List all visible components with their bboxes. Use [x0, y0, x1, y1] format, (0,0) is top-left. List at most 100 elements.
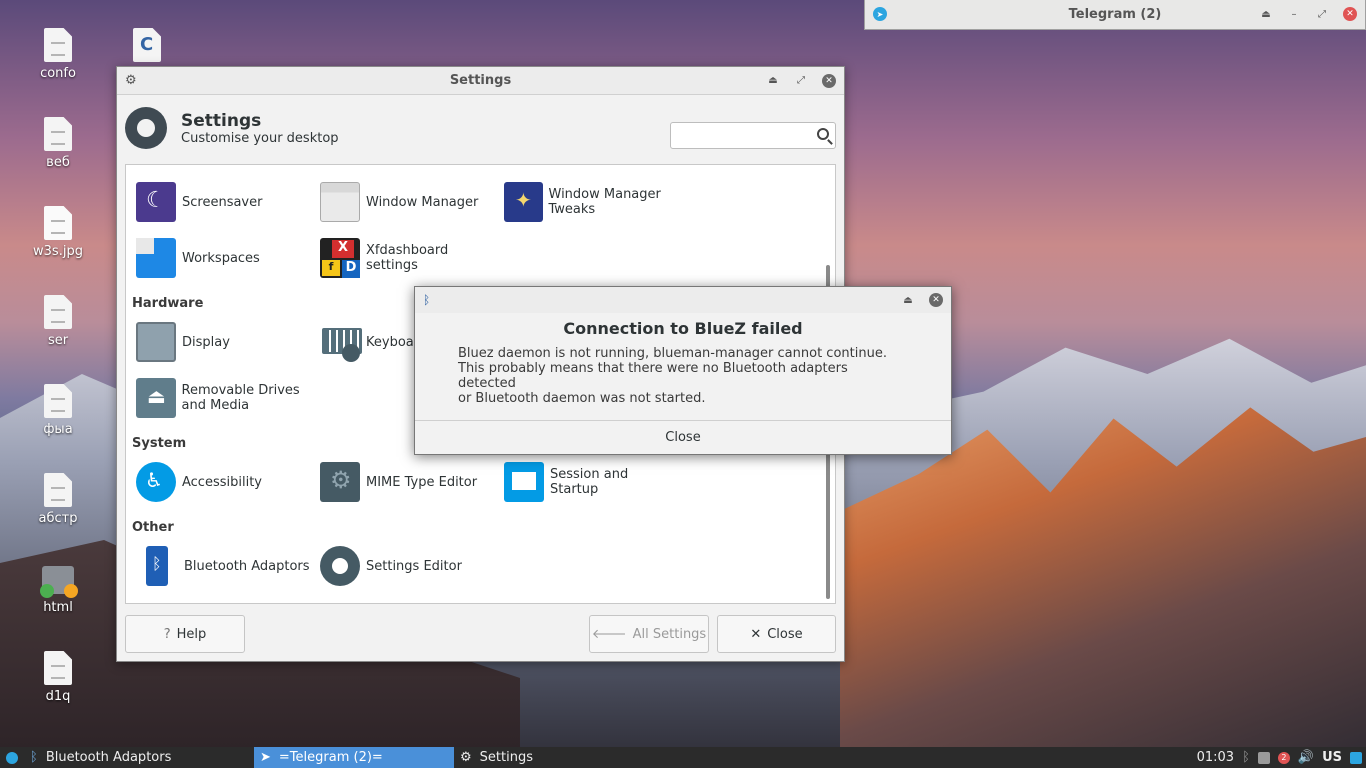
desktop-icon-ser[interactable]: ser [18, 295, 98, 348]
display-icon [136, 322, 176, 362]
desktop-icon-label: confo [40, 66, 76, 81]
close-button[interactable]: ✕ Close [717, 615, 836, 653]
close-label: Close [767, 626, 803, 642]
item-label: Display [182, 334, 230, 350]
gear-icon: ⚙ [460, 750, 472, 765]
eject-icon[interactable]: ⏏ [1259, 7, 1273, 21]
settings-gear-icon: ⚙ [125, 73, 137, 88]
desktop-icon-label: абстр [38, 511, 78, 526]
bluetooth-tray-icon[interactable]: ᛒ [1242, 750, 1250, 765]
taskbar: ᛒ Bluetooth Adaptors ➤ =Telegram (2)= ⚙ … [0, 747, 1366, 768]
item-keyboard[interactable]: Keyboa [320, 320, 414, 364]
all-settings-button[interactable]: 🡐 All Settings [589, 615, 709, 653]
eject-icon[interactable]: ⏏ [901, 293, 915, 307]
accessibility-icon [136, 462, 176, 502]
desktop-icon-html[interactable]: html [18, 562, 98, 615]
item-label: Screensaver [182, 194, 263, 210]
telegram-icon: ➤ [260, 750, 271, 765]
search-field[interactable] [670, 122, 836, 149]
screensaver-icon [136, 182, 176, 222]
item-label: Bluetooth Adaptors [184, 558, 310, 574]
dialog-close-button[interactable]: Close [415, 420, 951, 454]
keyboard-icon [320, 322, 362, 362]
item-window-manager[interactable]: Window Manager [320, 180, 478, 224]
maximize-icon[interactable]: ⤢ [794, 74, 808, 88]
clock[interactable]: 01:03 [1197, 750, 1234, 765]
c-source-file-icon: C [133, 28, 161, 62]
settings-window-title: Settings [449, 73, 512, 88]
close-icon[interactable]: ✕ [1343, 7, 1357, 21]
text-file-icon [44, 473, 72, 507]
desktop-icon-c-file[interactable]: C [107, 28, 187, 66]
dialog-message: Bluez daemon is not running, blueman-man… [458, 346, 887, 406]
volume-icon[interactable]: 🔊 [1298, 750, 1314, 765]
page-title: Settings [181, 110, 262, 131]
item-label: Window Manager Tweaks [548, 187, 661, 217]
search-icon[interactable] [817, 128, 829, 140]
desktop-icon-fya[interactable]: фыа [18, 384, 98, 437]
desktop-icon-label: фыа [43, 422, 73, 437]
close-icon[interactable]: ✕ [822, 73, 836, 88]
desktop-icon-w3s[interactable]: w3s.jpg [18, 206, 98, 259]
task-label: Bluetooth Adaptors [45, 750, 172, 765]
magic-wand-icon [504, 182, 543, 222]
help-icon: ? [163, 626, 171, 642]
item-label: Workspaces [182, 250, 260, 266]
desktop-icon-d1q[interactable]: d1q [18, 651, 98, 704]
close-icon[interactable]: ✕ [929, 293, 943, 307]
maximize-icon[interactable]: ⤢ [1315, 7, 1329, 21]
item-screensaver[interactable]: Screensaver [136, 180, 262, 224]
bluez-error-dialog[interactable]: ᛒ ⏏ ✕ Connection to BlueZ failed Bluez d… [414, 286, 952, 455]
item-removable-drives[interactable]: Removable Drives and Media [136, 376, 306, 420]
desktop-icon-label: ser [47, 333, 69, 348]
item-accessibility[interactable]: Accessibility [136, 460, 262, 504]
item-display[interactable]: Display [136, 320, 230, 364]
system-tray: 01:03 ᛒ 2 🔊 US [1197, 750, 1366, 765]
item-workspaces[interactable]: Workspaces [136, 236, 260, 280]
task-label: Settings [479, 750, 533, 765]
bluetooth-icon: ᛒ [30, 750, 38, 765]
item-label: Settings Editor [366, 558, 462, 574]
close-icon: ✕ [750, 626, 762, 642]
task-bluetooth-adaptors[interactable]: ᛒ Bluetooth Adaptors [24, 747, 220, 768]
item-bluetooth-adaptors[interactable]: Bluetooth Adaptors [136, 544, 310, 588]
notification-badge[interactable]: 2 [1277, 751, 1290, 764]
item-mime-type-editor[interactable]: MIME Type Editor [320, 460, 477, 504]
search-input[interactable] [671, 123, 809, 148]
item-label: Xfdashboard settings [366, 243, 449, 273]
item-session-startup[interactable]: Session and Startup [504, 460, 654, 504]
show-desktop-icon[interactable] [1350, 751, 1362, 764]
keyboard-layout[interactable]: US [1322, 750, 1342, 765]
eject-icon[interactable]: ⏏ [766, 74, 780, 88]
desktop-icon-confo[interactable]: confo [18, 28, 98, 81]
session-icon [504, 462, 544, 502]
window-manager-icon [320, 182, 360, 222]
settings-titlebar[interactable]: ⚙ Settings ⏏ ⤢ ✕ [117, 67, 844, 95]
shared-folder-icon [40, 566, 78, 598]
telegram-titlebar[interactable]: ➤ Telegram (2) ⏏ – ⤢ ✕ [865, 0, 1365, 28]
task-telegram[interactable]: ➤ =Telegram (2)= [254, 747, 454, 768]
telegram-window[interactable]: ➤ Telegram (2) ⏏ – ⤢ ✕ [864, 0, 1366, 30]
arrow-left-icon: 🡐 [591, 627, 627, 642]
start-menu-icon [6, 751, 18, 764]
dialog-titlebar[interactable]: ᛒ ⏏ ✕ [415, 287, 951, 313]
image-file-icon [44, 206, 72, 240]
task-settings[interactable]: ⚙ Settings [454, 747, 654, 768]
bluetooth-icon [146, 546, 168, 586]
item-settings-editor[interactable]: Settings Editor [320, 544, 462, 588]
item-window-manager-tweaks[interactable]: Window Manager Tweaks [504, 180, 664, 224]
minimize-icon[interactable]: – [1287, 7, 1301, 21]
section-other: Other [132, 520, 174, 535]
item-xfdashboard[interactable]: XfD Xfdashboard settings [320, 236, 470, 280]
item-label: Keyboa [366, 334, 414, 350]
start-menu-button[interactable] [0, 747, 24, 768]
desktop-icon-abstr[interactable]: абстр [18, 473, 98, 526]
desktop-icon-label: веб [46, 155, 70, 170]
gear-icon [320, 546, 360, 586]
item-label: Session and Startup [550, 467, 629, 497]
help-button[interactable]: ? Help [125, 615, 245, 653]
text-file-icon [44, 384, 72, 418]
network-icon[interactable] [1257, 751, 1270, 764]
desktop-icon-veb[interactable]: веб [18, 117, 98, 170]
eject-icon [136, 378, 176, 418]
